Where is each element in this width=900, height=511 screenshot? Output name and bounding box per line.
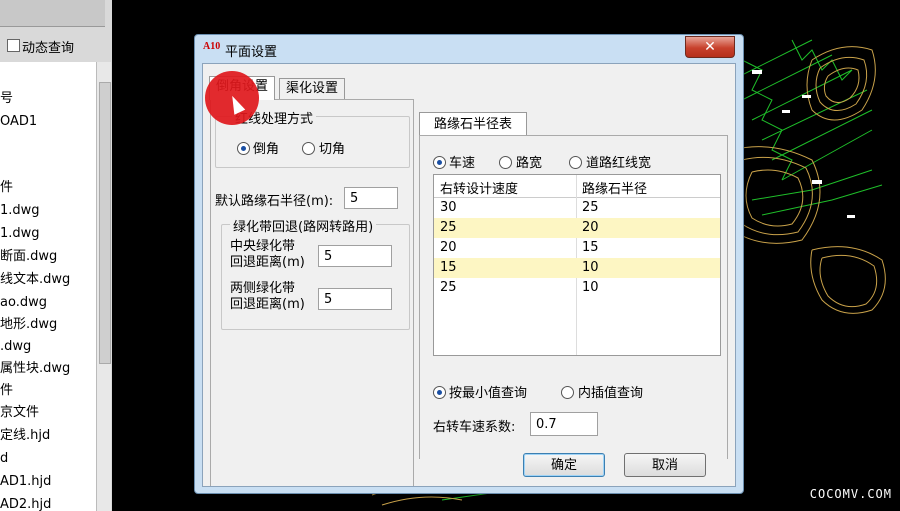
speed-coef-input[interactable]: 0.7 [530, 412, 598, 436]
table-cell[interactable]: 10 [582, 280, 599, 295]
chamfer-label: 倒角 [253, 142, 280, 157]
query-min-label: 按最小值查询 [449, 386, 528, 401]
tab-curb-radius-table[interactable]: 路缘石半径表 [419, 112, 527, 137]
query-min-radio[interactable] [433, 386, 446, 399]
table-row[interactable]: 20 15 [434, 238, 720, 258]
speed-coef-label: 右转车速系数: [433, 420, 516, 435]
default-radius-input[interactable]: 5 [344, 187, 398, 209]
list-item[interactable]: 定线.hjd [0, 428, 50, 444]
cut-corner-radio[interactable] [302, 142, 315, 155]
list-item[interactable]: d [0, 451, 8, 467]
ok-button[interactable]: 确定 [523, 453, 605, 477]
list-item[interactable]: 件 [0, 180, 13, 196]
file-list-scrollbar[interactable] [96, 62, 111, 511]
table-cell[interactable]: 20 [440, 240, 457, 255]
center-greenbelt-input[interactable]: 5 [318, 245, 392, 267]
panel-header [0, 0, 105, 27]
table-cell[interactable]: 30 [440, 200, 457, 215]
dynamic-query-option[interactable]: 动态查询 [0, 33, 112, 57]
list-item[interactable]: OAD1 [0, 114, 37, 130]
query-interpolate-label: 内插值查询 [578, 386, 644, 401]
mode-speed-label: 车速 [449, 156, 476, 171]
table-cell[interactable]: 25 [582, 200, 599, 215]
list-item[interactable]: 地形.dwg [0, 317, 57, 333]
greenbelt-retreat-title: 绿化带回退(路网转路用) [230, 216, 377, 235]
column-header-speed[interactable]: 右转设计速度 [440, 178, 518, 197]
app-icon: A10 [203, 41, 221, 52]
table-cell[interactable]: 10 [582, 260, 599, 275]
list-item[interactable]: 京文件 [0, 405, 39, 421]
side-greenbelt-label-line2: 回退距离(m) [230, 297, 305, 312]
list-item[interactable]: ao.dwg [0, 295, 47, 311]
chamfer-radio[interactable] [237, 142, 250, 155]
tab-channelization-settings[interactable]: 渠化设置 [279, 78, 346, 99]
curb-radius-table: 右转设计速度 路缘石半径 30 25 25 20 20 15 15 10 25 … [433, 174, 721, 356]
list-item[interactable]: AD2.hjd [0, 497, 51, 511]
mode-road-width-radio[interactable] [499, 156, 512, 169]
table-row[interactable]: 15 10 [434, 258, 720, 278]
table-row[interactable]: 30 25 [434, 198, 720, 218]
cut-corner-label: 切角 [319, 142, 346, 157]
corner-method-group: 红线处理方式 倒角 切角 [215, 108, 410, 168]
file-browser-panel: 动态查询 号 OAD1 件 1.dwg 1.dwg 断面.dwg 线文本.dwg… [0, 0, 112, 511]
table-cell[interactable]: 15 [440, 260, 457, 275]
table-row[interactable]: 25 10 [434, 278, 720, 298]
list-item[interactable]: 1.dwg [0, 226, 40, 242]
watermark: COCOMV.COM [809, 487, 892, 501]
center-greenbelt-label: 中央绿化带 回退距离(m) [230, 239, 305, 271]
list-item[interactable]: 属性块.dwg [0, 361, 70, 377]
side-greenbelt-label-line1: 两侧绿化带 [230, 281, 296, 296]
list-item[interactable]: 号 [0, 91, 13, 107]
table-row[interactable]: 25 20 [434, 218, 720, 238]
table-cell[interactable]: 20 [582, 220, 599, 235]
column-header-radius[interactable]: 路缘石半径 [582, 178, 647, 197]
list-item[interactable]: AD1.hjd [0, 474, 51, 490]
list-item[interactable]: 线文本.dwg [0, 272, 70, 288]
scrollbar-thumb[interactable] [99, 82, 111, 364]
plane-settings-dialog: A10 平面设置 ✕ 倒角设置 渠化设置 红线处理方式 倒角 切角 默认路缘石半… [194, 34, 744, 494]
chamfer-tab-panel: 红线处理方式 倒角 切角 默认路缘石半径(m): 5 绿化带回退(路网转路用) … [210, 99, 414, 486]
close-button[interactable]: ✕ [685, 36, 735, 58]
greenbelt-retreat-group: 绿化带回退(路网转路用) 中央绿化带 回退距离(m) 5 两侧绿化带 回退距离(… [221, 216, 410, 330]
cancel-button[interactable]: 取消 [624, 453, 706, 477]
default-radius-label: 默认路缘石半径(m): [215, 194, 334, 209]
dynamic-query-checkbox[interactable] [7, 39, 20, 52]
table-cell[interactable]: 25 [440, 220, 457, 235]
dialog-title: 平面设置 [225, 45, 278, 60]
side-greenbelt-input[interactable]: 5 [318, 288, 392, 310]
mode-redline-width-label: 道路红线宽 [586, 156, 652, 171]
dynamic-query-label: 动态查询 [22, 41, 75, 56]
mode-speed-radio[interactable] [433, 156, 446, 169]
mode-redline-width-radio[interactable] [569, 156, 582, 169]
file-list: 号 OAD1 件 1.dwg 1.dwg 断面.dwg 线文本.dwg ao.d… [0, 62, 97, 511]
list-item[interactable]: 1.dwg [0, 203, 40, 219]
center-greenbelt-label-line1: 中央绿化带 [230, 239, 296, 254]
dialog-client-area: 倒角设置 渠化设置 红线处理方式 倒角 切角 默认路缘石半径(m): 5 绿化带… [202, 63, 736, 487]
query-interpolate-radio[interactable] [561, 386, 574, 399]
mode-road-width-label: 路宽 [516, 156, 543, 171]
curb-radius-panel: 车速 路宽 道路红线宽 右转设计速度 路缘石半径 30 25 25 20 20 … [419, 135, 728, 459]
center-greenbelt-label-line2: 回退距离(m) [230, 255, 305, 270]
side-greenbelt-label: 两侧绿化带 回退距离(m) [230, 281, 305, 313]
list-item[interactable]: 断面.dwg [0, 249, 57, 265]
table-cell[interactable]: 25 [440, 280, 457, 295]
dialog-titlebar[interactable]: A10 平面设置 ✕ [195, 35, 743, 63]
list-item[interactable]: 件 [0, 383, 13, 399]
table-cell[interactable]: 15 [582, 240, 599, 255]
table-header: 右转设计速度 路缘石半径 [434, 175, 720, 198]
list-item[interactable]: .dwg [0, 339, 31, 355]
